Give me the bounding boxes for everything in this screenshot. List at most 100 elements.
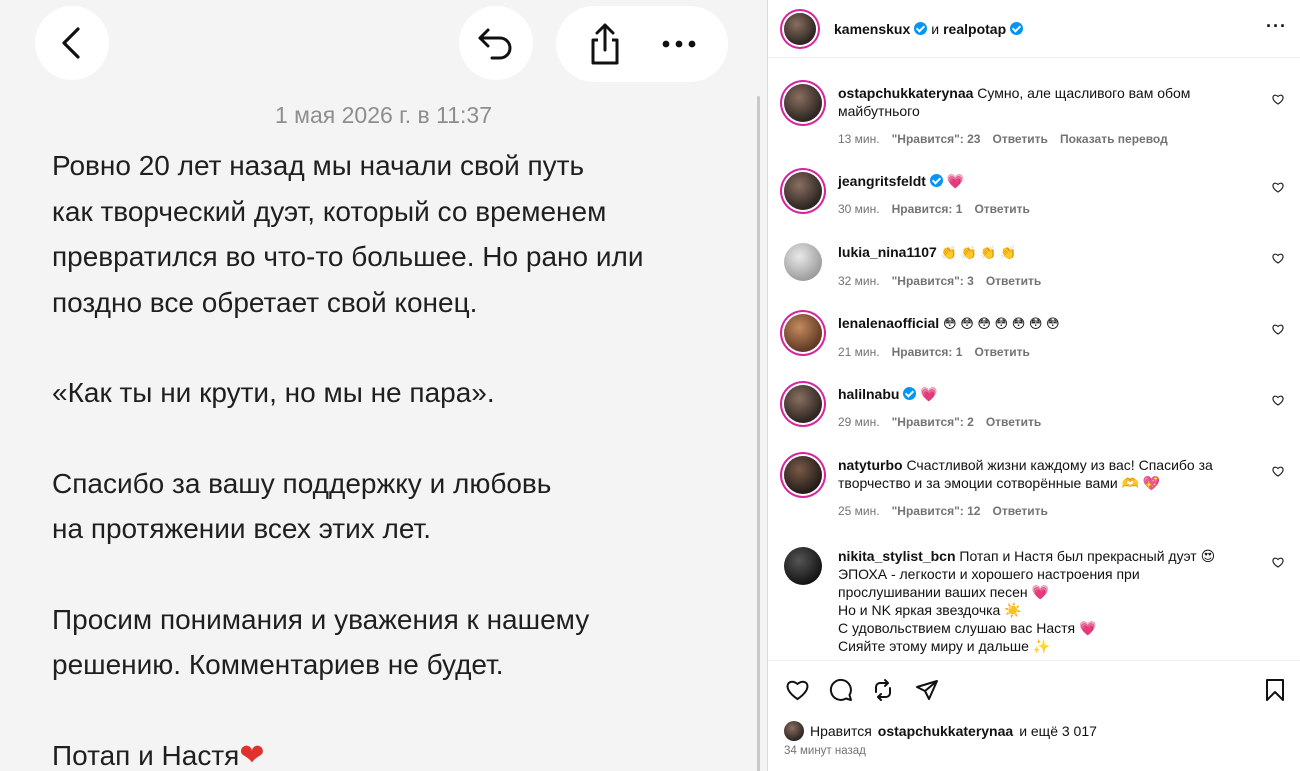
repost-icon <box>875 679 891 701</box>
comment-button[interactable] <box>828 677 854 703</box>
note-paragraph: Спасибо за вашу поддержку и любовь на пр… <box>52 467 552 545</box>
avatar[interactable] <box>784 456 822 494</box>
avatar[interactable] <box>784 721 804 741</box>
comment-username[interactable]: jeangritsfeldt <box>838 173 926 189</box>
repost-button[interactable] <box>870 677 896 703</box>
avatar[interactable] <box>784 172 822 210</box>
note-paragraph: Просим понимания и уважения к нашему реш… <box>52 603 590 681</box>
reply-button[interactable]: Ответить <box>974 200 1029 218</box>
avatar[interactable] <box>784 547 822 585</box>
comment-message: 😳 😳 😳 😳 😳 😳 😳 <box>943 316 1060 331</box>
comment-likes[interactable]: "Нравится": 23 <box>892 130 981 148</box>
comment-likes[interactable]: "Нравится": 12 <box>892 502 981 520</box>
post-options-button[interactable]: ··· <box>1266 16 1287 37</box>
post-panel: kamenskux и realpotap ··· ostapchukkater… <box>767 0 1300 771</box>
heart-outline-icon <box>1272 557 1284 568</box>
avatar[interactable] <box>784 243 822 281</box>
verified-badge-icon <box>903 387 917 400</box>
undo-icon <box>478 28 512 60</box>
avatar[interactable] <box>784 314 822 352</box>
post-header: kamenskux и realpotap ··· <box>768 0 1300 58</box>
avatar[interactable] <box>784 385 822 423</box>
reply-button[interactable]: Ответить <box>986 272 1041 290</box>
more-options-button[interactable] <box>649 14 709 74</box>
comment-text: lenalenaofficial 😳 😳 😳 😳 😳 😳 😳 <box>838 314 1250 333</box>
avatar[interactable] <box>784 84 822 122</box>
comment-likes[interactable]: Нравится: 1 <box>892 343 963 361</box>
reply-button[interactable]: Ответить <box>986 413 1041 431</box>
comment-username[interactable]: lenalenaofficial <box>838 315 939 331</box>
reply-button[interactable]: Ответить <box>974 343 1029 361</box>
author-link[interactable]: kamenskux <box>834 21 910 37</box>
send-icon <box>916 680 938 700</box>
verified-badge-icon <box>929 174 943 187</box>
comment-like-button[interactable] <box>1272 182 1284 196</box>
comment-username[interactable]: lukia_nina1107 <box>838 244 937 260</box>
red-heart-icon: ❤ <box>239 738 265 771</box>
comment-username[interactable]: ostapchukkaterynaa <box>838 85 973 101</box>
comment-meta: 29 мин. "Нравится": 2 Ответить <box>838 413 1250 431</box>
likes-suffix[interactable]: и ещё 3 017 <box>1019 723 1097 739</box>
comment-likes[interactable]: "Нравится": 3 <box>892 272 974 290</box>
comment-likes[interactable]: "Нравится": 2 <box>892 413 974 431</box>
comment-meta: 21 мин. Нравится: 1 Ответить <box>838 343 1250 361</box>
avatar[interactable] <box>784 12 816 45</box>
post-actions: Нравится ostapchukkaterynaa и ещё 3 017 … <box>768 660 1300 771</box>
comment-body: nikita_stylist_bcn Потап и Настя был пре… <box>838 547 1250 655</box>
comment-likes[interactable]: Нравится: 1 <box>892 200 963 218</box>
heart-outline-icon <box>1272 466 1284 477</box>
comment-time: 29 мин. <box>838 415 880 429</box>
share-button[interactable] <box>914 677 940 703</box>
share-button[interactable] <box>575 14 635 74</box>
comment-like-button[interactable] <box>1272 94 1284 108</box>
note-toolbar <box>556 6 728 82</box>
comment-like-button[interactable] <box>1272 324 1284 338</box>
comment-body: jeangritsfeldt 💗 30 мин. Нравится: 1 Отв… <box>838 172 1250 218</box>
heart-outline-icon <box>1272 324 1284 335</box>
likes-prefix: Нравится <box>810 723 872 739</box>
note-screenshot: 1 мая 2026 г. в 11:37 Ровно 20 лет назад… <box>0 0 767 771</box>
comment-text: ostapchukkaterynaa Сумно, але щасливого … <box>838 84 1250 120</box>
comment-bubble-icon <box>829 678 852 701</box>
chevron-left-icon <box>62 27 80 59</box>
heart-outline-icon <box>786 680 808 701</box>
comment-text: jeangritsfeldt 💗 <box>838 172 1250 190</box>
comment-time: 30 мин. <box>838 202 880 216</box>
verified-badge-icon <box>914 22 928 35</box>
comment-body: lukia_nina1107 👏 👏 👏 👏 32 мин. "Нравится… <box>838 243 1250 290</box>
post-timestamp[interactable]: 34 минут назад <box>784 745 866 757</box>
signature-text: Потап и Настя <box>52 739 240 771</box>
reply-button[interactable]: Ответить <box>992 130 1047 148</box>
comment-text: natyturbo Счастливой жизни каждому из ва… <box>838 456 1250 492</box>
comment-username[interactable]: nikita_stylist_bcn <box>838 548 956 564</box>
comment-time: 25 мин. <box>838 504 880 518</box>
note-scrollbar[interactable] <box>757 96 760 771</box>
comments-list[interactable]: ostapchukkaterynaa Сумно, але щасливого … <box>768 58 1300 660</box>
comment-like-button[interactable] <box>1272 557 1284 571</box>
bookmark-icon <box>1266 679 1284 701</box>
comment-meta: 30 мин. Нравится: 1 Ответить <box>838 200 1250 218</box>
comment-like-button[interactable] <box>1272 395 1284 409</box>
comment-username[interactable]: halilnabu <box>838 386 899 402</box>
comment-username[interactable]: natyturbo <box>838 457 903 473</box>
like-button[interactable] <box>784 677 810 703</box>
author-link[interactable]: realpotap <box>943 21 1006 37</box>
liked-user-link[interactable]: ostapchukkaterynaa <box>878 723 1013 739</box>
heart-outline-icon <box>1272 253 1284 264</box>
comment-like-button[interactable] <box>1272 253 1284 267</box>
note-paragraph: Ровно 20 лет назад мы начали свой путь к… <box>52 150 644 318</box>
comment-body: ostapchukkaterynaa Сумно, але щасливого … <box>838 84 1250 148</box>
show-translation-button[interactable]: Показать перевод <box>1060 130 1168 148</box>
note-body: Ровно 20 лет назад мы начали свой путь к… <box>52 143 752 771</box>
back-button[interactable] <box>35 6 109 80</box>
comment-like-button[interactable] <box>1272 466 1284 480</box>
undo-button[interactable] <box>459 6 533 80</box>
comment-text: nikita_stylist_bcn Потап и Настя был пре… <box>838 547 1250 655</box>
likes-summary: Нравится ostapchukkaterynaa и ещё 3 017 <box>784 721 1097 741</box>
heart-outline-icon <box>1272 182 1284 193</box>
comment-body: lenalenaofficial 😳 😳 😳 😳 😳 😳 😳 21 мин. Н… <box>838 314 1250 361</box>
authors-conjunction: и <box>931 20 940 37</box>
reply-button[interactable]: Ответить <box>992 502 1047 520</box>
more-horizontal-icon <box>662 40 696 48</box>
save-button[interactable] <box>1262 677 1288 703</box>
